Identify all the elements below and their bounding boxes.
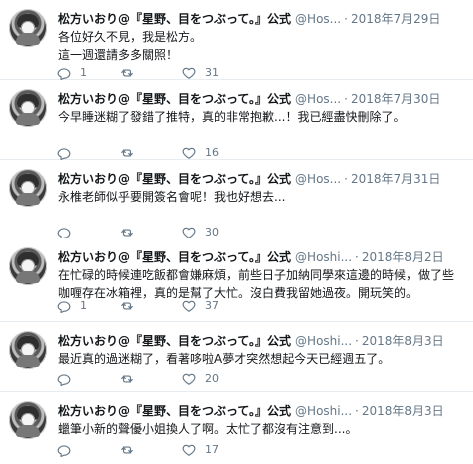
reply-button[interactable] <box>57 146 80 160</box>
tweet-text: 今早睡迷糊了發錯了推特，真的非常抱歉...！我已經盡快刪除了。 <box>58 110 406 124</box>
avatar[interactable] <box>9 9 47 47</box>
like-button[interactable]: 20 <box>182 372 219 386</box>
handle[interactable]: @Hos... <box>295 172 341 186</box>
avatar[interactable] <box>9 331 47 369</box>
like-button[interactable]: 17 <box>182 443 219 457</box>
reply-icon <box>57 301 71 313</box>
like-count: 17 <box>205 443 219 456</box>
separator-dot: · <box>355 334 359 348</box>
tweet-header: 松方いおり@『星野、目をつぶって。』公式 @Hoshi... · 2018年8月2日 <box>58 248 465 266</box>
reply-icon <box>57 445 71 457</box>
tweet-date[interactable]: 2018年7月30日 <box>351 92 440 106</box>
avatar-body <box>16 271 40 283</box>
retweet-button[interactable] <box>120 443 143 457</box>
tweet-date[interactable]: 2018年8月2日 <box>362 250 444 264</box>
display-name[interactable]: 松方いおり@『星野、目をつぶって。』公式 <box>58 92 291 106</box>
reply-icon <box>57 374 71 386</box>
tweet-card[interactable]: 松方いおり@『星野、目をつぶって。』公式 @Hoshi... · 2018年8月3日 … <box>0 322 473 392</box>
avatar-body <box>16 355 40 367</box>
reply-icon <box>57 68 71 80</box>
avatar[interactable] <box>9 89 47 127</box>
heart-icon <box>182 444 196 456</box>
tweet-card[interactable]: 松方いおり@『星野、目をつぶって。』公式 @Hoshi... · 2018年8月2日 … <box>0 238 473 322</box>
avatar-body <box>16 113 40 125</box>
separator-dot: · <box>355 404 359 418</box>
display-name[interactable]: 松方いおり@『星野、目をつぶって。』公式 <box>58 334 291 348</box>
retweet-button[interactable] <box>120 299 143 313</box>
tweet-date[interactable]: 2018年7月31日 <box>351 172 440 186</box>
tweet-text: 蠟筆小新的聲優小姐換人了啊。太忙了都沒有注意到...。 <box>58 422 358 436</box>
retweet-icon <box>121 302 133 310</box>
like-button[interactable]: 16 <box>182 146 219 160</box>
tweet-date[interactable]: 2018年8月3日 <box>362 404 444 418</box>
avatar[interactable] <box>9 169 47 207</box>
tweet-feed: 松方いおり@『星野、目をつぶって。』公式 @Hos... · 2018年7月29日 各… <box>0 0 473 464</box>
reply-button[interactable]: 1 <box>57 66 87 80</box>
tweet-date[interactable]: 2018年7月29日 <box>351 12 440 26</box>
avatar-body <box>16 193 40 205</box>
tweet-date[interactable]: 2018年8月3日 <box>362 334 444 348</box>
retweet-button[interactable] <box>120 372 143 386</box>
retweet-icon <box>121 69 133 77</box>
handle[interactable]: @Hos... <box>295 92 341 106</box>
reply-button[interactable] <box>57 443 80 457</box>
reply-icon <box>57 148 71 160</box>
like-count: 37 <box>205 299 219 312</box>
avatar[interactable] <box>9 247 47 285</box>
avatar-body <box>16 33 40 45</box>
retweet-button[interactable] <box>120 66 143 80</box>
tweet-header: 松方いおり@『星野、目をつぶって。』公式 @Hoshi... · 2018年8月3日 <box>58 402 465 420</box>
tweet-card[interactable]: 松方いおり@『星野、目をつぶって。』公式 @Hoshi... · 2018年8月3日 … <box>0 392 473 464</box>
retweet-icon <box>121 446 133 454</box>
tweet-header: 松方いおり@『星野、目をつぶって。』公式 @Hos... · 2018年7月29日 <box>58 10 465 28</box>
like-count: 20 <box>205 372 219 385</box>
handle[interactable]: @Hoshi... <box>295 404 352 418</box>
tweet-text: 永椎老師似乎要開簽名會呢！我也好想去... <box>58 190 286 204</box>
like-button[interactable]: 31 <box>182 66 219 80</box>
display-name[interactable]: 松方いおり@『星野、目をつぶって。』公式 <box>58 404 291 418</box>
like-count: 16 <box>205 146 219 159</box>
reply-button[interactable] <box>57 372 80 386</box>
tweet-text: 最近真的過迷糊了，看著哆啦A夢才突然想起今天已經週五了。 <box>58 352 391 366</box>
display-name[interactable]: 松方いおり@『星野、目をつぶって。』公式 <box>58 250 291 264</box>
handle[interactable]: @Hoshi... <box>295 334 352 348</box>
handle[interactable]: @Hoshi... <box>295 250 352 264</box>
retweet-button[interactable] <box>120 146 143 160</box>
reply-count: 1 <box>80 66 87 79</box>
tweet-card[interactable]: 松方いおり@『星野、目をつぶって。』公式 @Hos... · 2018年7月30日 今… <box>0 80 473 160</box>
tweet-card[interactable]: 松方いおり@『星野、目をつぶって。』公式 @Hos... · 2018年7月29日 各… <box>0 0 473 80</box>
separator-dot: · <box>344 12 348 26</box>
tweet-text: 在忙碌的時候連吃飯都會嫌麻煩，前些日子加納同學來這邊的時候，做了些咖喱存在冰箱裡… <box>58 268 455 300</box>
heart-icon <box>182 147 196 159</box>
heart-icon <box>182 67 196 79</box>
like-count: 31 <box>205 66 219 79</box>
retweet-icon <box>121 149 133 157</box>
retweet-icon <box>121 375 133 383</box>
tweet-card[interactable]: 松方いおり@『星野、目をつぶって。』公式 @Hos... · 2018年7月31日 永… <box>0 160 473 240</box>
heart-icon <box>182 300 196 312</box>
handle[interactable]: @Hos... <box>295 12 341 26</box>
separator-dot: · <box>344 172 348 186</box>
reply-button[interactable]: 1 <box>57 299 87 313</box>
separator-dot: · <box>344 92 348 106</box>
avatar-body <box>16 425 40 437</box>
tweet-text: 各位好久不見，我是松方。 這一週還請多多關照！ <box>58 30 203 62</box>
tweet-header: 松方いおり@『星野、目をつぶって。』公式 @Hoshi... · 2018年8月3日 <box>58 332 465 350</box>
display-name[interactable]: 松方いおり@『星野、目をつぶって。』公式 <box>58 12 291 26</box>
heart-icon <box>182 373 196 385</box>
tweet-header: 松方いおり@『星野、目をつぶって。』公式 @Hos... · 2018年7月30日 <box>58 90 465 108</box>
avatar[interactable] <box>9 401 47 439</box>
separator-dot: · <box>355 250 359 264</box>
reply-count: 1 <box>80 299 87 312</box>
like-button[interactable]: 37 <box>182 299 219 313</box>
tweet-header: 松方いおり@『星野、目をつぶって。』公式 @Hos... · 2018年7月31日 <box>58 170 465 188</box>
display-name[interactable]: 松方いおり@『星野、目をつぶって。』公式 <box>58 172 291 186</box>
